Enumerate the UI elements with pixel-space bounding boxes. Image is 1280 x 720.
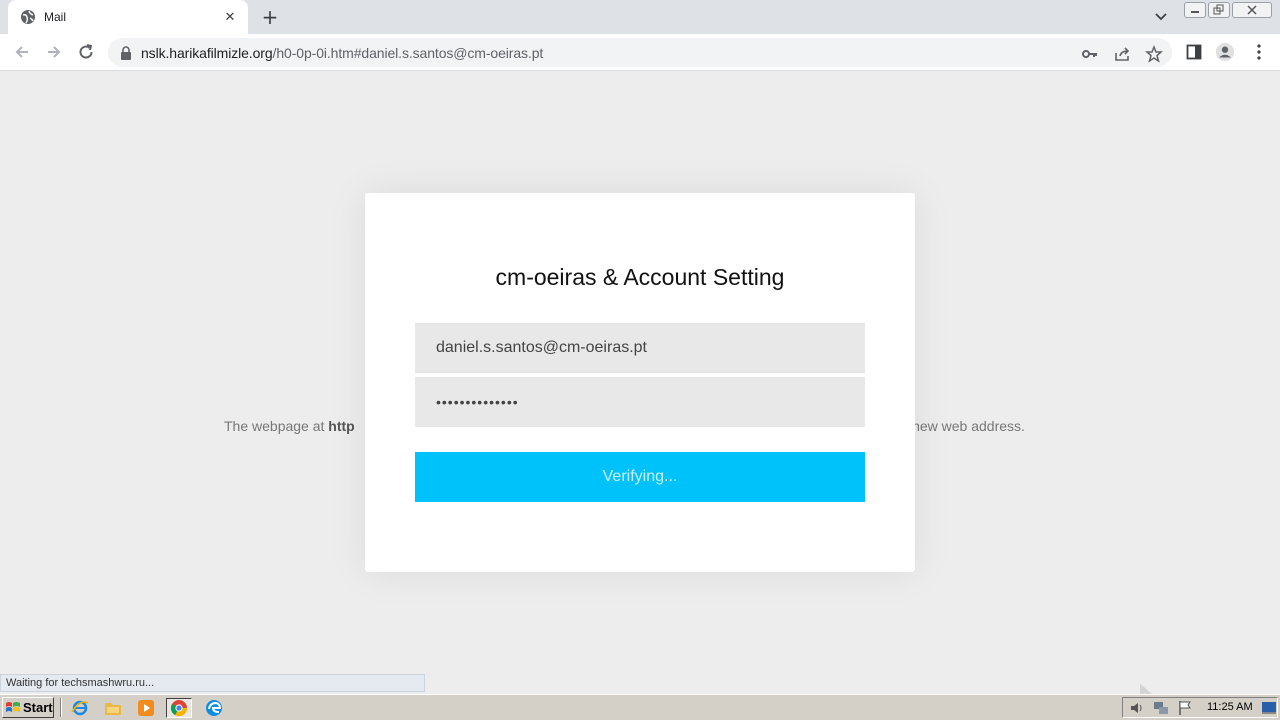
url-host: nslk.harikafilmizle.org (141, 44, 273, 61)
file-explorer-icon[interactable] (100, 698, 126, 718)
status-bar: Waiting for techsmashwru.ru... (0, 674, 425, 692)
url-path: /h0-0p-0i.htm#daniel.s.santos@cm-oeiras.… (272, 44, 544, 61)
windows-logo-icon (5, 701, 21, 715)
profile-avatar-icon[interactable] (1215, 42, 1235, 62)
dialog-title: cm-oeiras & Account Setting (495, 264, 785, 290)
restore-icon[interactable] (1208, 2, 1230, 18)
address-bar[interactable]: nslk.harikafilmizle.org/h0-0p-0i.htm#dan… (108, 38, 1172, 67)
tab-mail[interactable]: Mail ✕ (8, 0, 248, 34)
reload-icon[interactable] (76, 42, 96, 62)
volume-icon[interactable] (1129, 700, 1145, 716)
globe-icon (20, 9, 36, 25)
chrome-icon[interactable] (166, 698, 192, 718)
system-tray: 11:25 AM (1122, 697, 1278, 718)
bg-text-prefix: The webpage at (224, 418, 329, 434)
lock-icon[interactable] (120, 45, 132, 60)
edge-icon[interactable] (201, 698, 227, 718)
close-window-icon[interactable] (1232, 2, 1272, 18)
browser-toolbar: nslk.harikafilmizle.org/h0-0p-0i.htm#dan… (0, 34, 1280, 71)
minimize-icon[interactable] (1184, 2, 1206, 18)
start-button[interactable]: Start (2, 697, 54, 718)
chevron-down-icon[interactable] (1152, 8, 1170, 26)
key-icon[interactable] (1081, 45, 1099, 63)
tab-title: Mail (44, 10, 67, 24)
side-panel-icon[interactable] (1184, 42, 1204, 62)
network-icon[interactable] (1153, 700, 1169, 716)
password-field[interactable]: •••••••••••••• (415, 377, 865, 427)
forward-arrow-icon[interactable] (44, 42, 64, 62)
clock: 11:25 AM (1207, 701, 1253, 713)
kebab-menu-icon[interactable] (1249, 42, 1269, 62)
tab-strip: Mail ✕ + (0, 0, 1280, 34)
page-content: The webpage at http o a new web address. … (0, 72, 1280, 720)
verify-button[interactable]: Verifying... (415, 452, 865, 502)
login-dialog: cm-oeiras & Account Setting daniel.s.san… (365, 193, 915, 572)
star-icon[interactable] (1145, 45, 1163, 63)
show-desktop-icon[interactable] (1261, 700, 1277, 716)
tab-close-icon[interactable]: ✕ (222, 10, 238, 25)
back-arrow-icon[interactable] (12, 42, 32, 62)
new-tab-button[interactable]: + (258, 6, 282, 28)
start-label: Start (23, 700, 53, 715)
flag-icon[interactable] (1177, 700, 1193, 716)
bg-text-bold: http (328, 418, 355, 434)
media-player-icon[interactable] (133, 698, 159, 718)
email-field[interactable]: daniel.s.santos@cm-oeiras.pt (415, 323, 865, 373)
share-icon[interactable] (1113, 45, 1131, 63)
internet-explorer-icon[interactable] (67, 698, 93, 718)
taskbar: Start 11:25 AM (0, 694, 1280, 720)
url-text: nslk.harikafilmizle.org/h0-0p-0i.htm#dan… (141, 45, 543, 61)
